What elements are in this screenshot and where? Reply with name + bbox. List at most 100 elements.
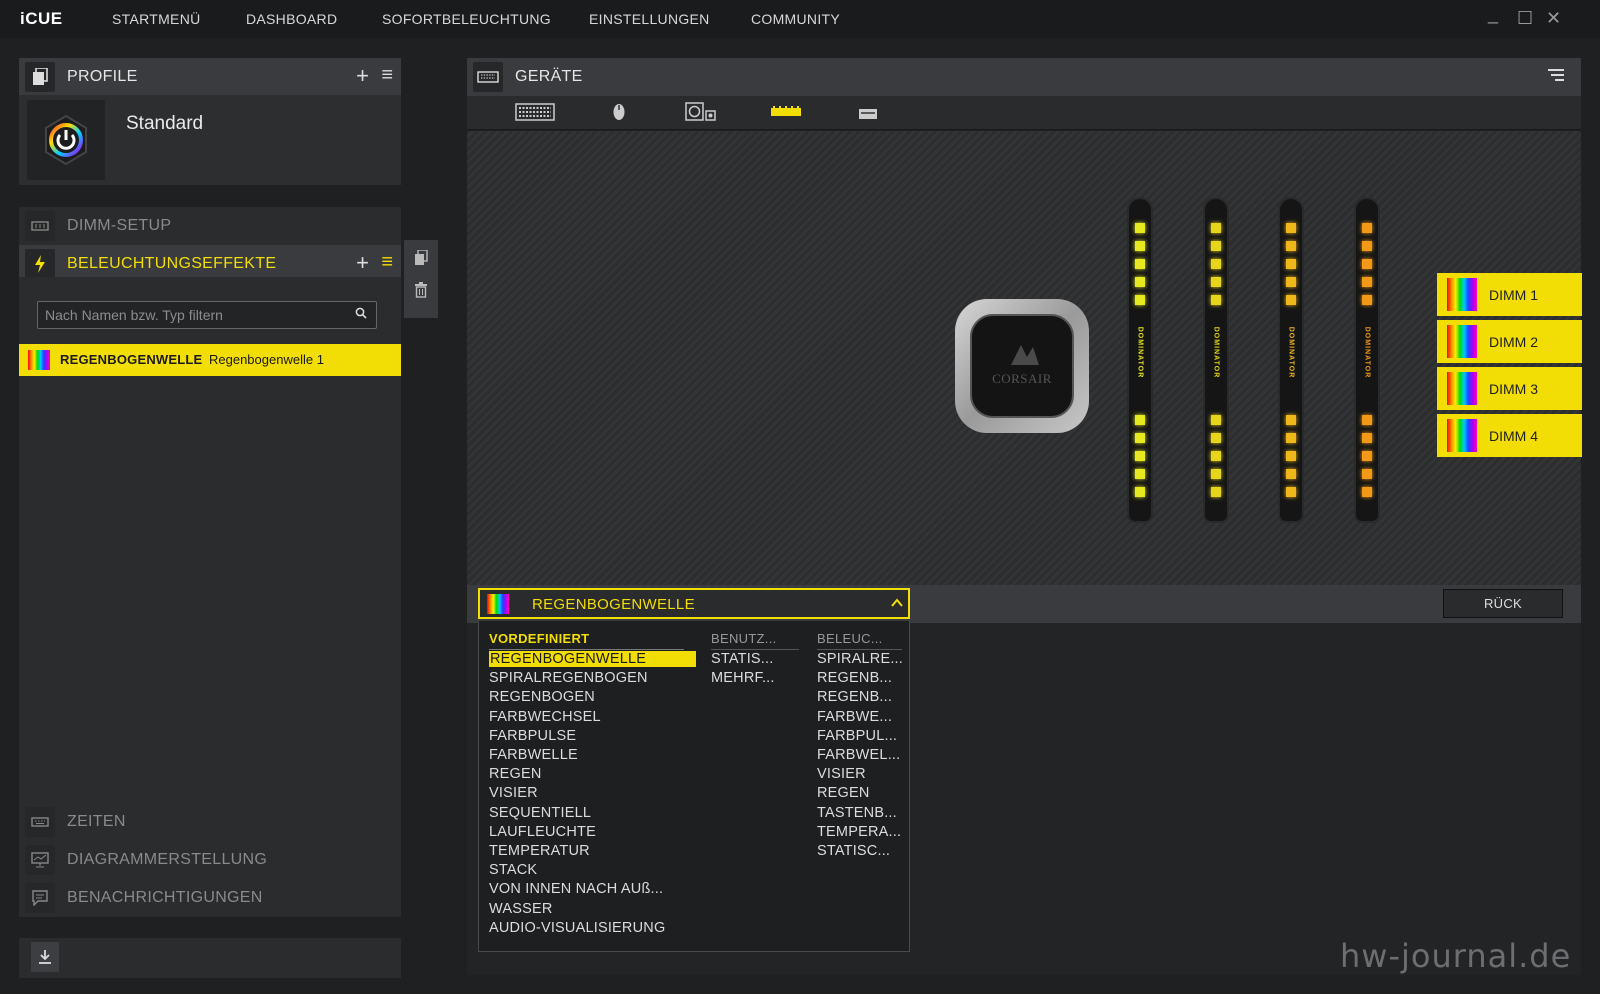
- ram-led: [1135, 469, 1145, 479]
- cooler-pump-head[interactable]: CORSAIR: [951, 295, 1093, 437]
- memory-icon: [25, 211, 55, 241]
- option-lighting[interactable]: TASTENB...: [817, 805, 897, 821]
- option-lighting[interactable]: TEMPERA...: [817, 824, 901, 840]
- ram-stick-3[interactable]: DOMINATOR: [1280, 199, 1302, 521]
- dimm-2[interactable]: DIMM 2: [1437, 320, 1582, 363]
- ram-led: [1135, 277, 1145, 287]
- add-effect-button[interactable]: +: [356, 250, 369, 276]
- nav-dashboard[interactable]: DASHBOARD: [246, 11, 337, 27]
- effect-type-dropdown[interactable]: REGENBOGENWELLE: [478, 588, 910, 619]
- ram-led: [1286, 415, 1296, 425]
- tab-keyboard-icon[interactable]: [515, 102, 555, 127]
- profile-icon: [25, 62, 55, 92]
- column-benutzerdefiniert[interactable]: BENUTZ...: [711, 631, 799, 650]
- option-predefined[interactable]: SPIRALREGENBOGEN: [489, 670, 648, 686]
- dimm-1[interactable]: DIMM 1: [1437, 273, 1582, 316]
- ram-stick-4[interactable]: DOMINATOR: [1356, 199, 1378, 521]
- option-user[interactable]: STATIS...: [711, 651, 774, 667]
- option-lighting[interactable]: REGEN: [817, 785, 870, 801]
- ram-stick-2[interactable]: DOMINATOR: [1205, 199, 1227, 521]
- ram-led: [1286, 259, 1296, 269]
- rainbow-swatch-icon: [1447, 372, 1477, 405]
- minimize-button[interactable]: _: [1488, 4, 1498, 25]
- nav-sofortbeleuchtung[interactable]: SOFORTBELEUCHTUNG: [382, 11, 551, 27]
- option-predefined[interactable]: WASSER: [489, 901, 553, 917]
- sidebar-item-benachrichtigungen[interactable]: BENACHRICHTIGUNGEN: [19, 879, 401, 917]
- option-lighting[interactable]: FARBWEL...: [817, 747, 900, 763]
- option-predefined[interactable]: FARBWELLE: [489, 747, 578, 763]
- nav-einstellungen[interactable]: EINSTELLUNGEN: [589, 11, 710, 27]
- option-lighting[interactable]: REGENB...: [817, 689, 892, 705]
- option-predefined[interactable]: FARBPULSE: [489, 728, 576, 744]
- option-lighting[interactable]: VISIER: [817, 766, 866, 782]
- ram-led: [1211, 415, 1221, 425]
- lighting-effects-title: BELEUCHTUNGSEFFEKTE: [67, 255, 277, 272]
- dimm-4[interactable]: DIMM 4: [1437, 414, 1582, 457]
- dimm-setup-row[interactable]: DIMM-SETUP: [19, 207, 401, 245]
- option-predefined[interactable]: STACK: [489, 862, 537, 878]
- effect-search-input[interactable]: [38, 302, 338, 328]
- download-icon[interactable]: [31, 942, 59, 972]
- monitor-graph-icon: [25, 845, 55, 875]
- tab-mouse-icon[interactable]: [612, 102, 626, 127]
- effect-search-field[interactable]: [37, 301, 377, 329]
- rainbow-swatch-icon: [487, 594, 509, 614]
- effect-item-regenbogenwelle[interactable]: REGENBOGENWELLE Regenbogenwelle 1: [19, 344, 401, 376]
- dimm-3[interactable]: DIMM 3: [1437, 367, 1582, 410]
- search-icon[interactable]: [355, 307, 367, 319]
- effects-menu-button[interactable]: ≡: [381, 251, 393, 274]
- option-lighting[interactable]: SPIRALRE...: [817, 651, 903, 667]
- sidebar-item-diagrammerstellung[interactable]: DIAGRAMMERSTELLUNG: [19, 841, 401, 879]
- back-button[interactable]: RÜCK: [1443, 589, 1563, 618]
- option-lighting[interactable]: FARBWE...: [817, 709, 892, 725]
- ram-led: [1135, 451, 1145, 461]
- watermark: hw-journal.de: [1340, 937, 1572, 975]
- ram-led: [1211, 469, 1221, 479]
- dimm-list: DIMM 1 DIMM 2 DIMM 3 DIMM 4: [1437, 273, 1585, 461]
- option-predefined[interactable]: VON INNEN NACH AUß...: [489, 881, 663, 897]
- copy-icon[interactable]: [411, 249, 431, 270]
- option-predefined[interactable]: REGENBOGEN: [489, 689, 595, 705]
- option-lighting[interactable]: FARBPUL...: [817, 728, 897, 744]
- nav-startmenu[interactable]: STARTMENÜ: [112, 11, 201, 27]
- diagrammerstellung-label: DIAGRAMMERSTELLUNG: [67, 851, 268, 868]
- option-lighting[interactable]: REGENB...: [817, 670, 892, 686]
- ram-stick-1[interactable]: DOMINATOR: [1129, 199, 1151, 521]
- tab-ram-icon[interactable]: [770, 105, 802, 124]
- ram-led: [1135, 415, 1145, 425]
- ram-led: [1211, 433, 1221, 443]
- effect-dropdown-panel: VORDEFINIERT BENUTZ... BELEUC... REGENBO…: [478, 621, 910, 952]
- keyboard-device-icon: [473, 62, 503, 92]
- option-predefined[interactable]: AUDIO-VISUALISIERUNG: [489, 920, 665, 936]
- close-button[interactable]: ✕: [1546, 8, 1561, 29]
- option-predefined[interactable]: VISIER: [489, 785, 538, 801]
- ram-led: [1135, 241, 1145, 251]
- tab-headset-stand-icon[interactable]: [858, 107, 878, 125]
- option-predefined[interactable]: REGENBOGENWELLE: [489, 651, 696, 667]
- column-vordefiniert[interactable]: VORDEFINIERT: [489, 631, 684, 650]
- ram-led: [1286, 241, 1296, 251]
- option-predefined[interactable]: FARBWECHSEL: [489, 709, 601, 725]
- option-predefined[interactable]: TEMPERATUR: [489, 843, 590, 859]
- ram-led: [1286, 433, 1296, 443]
- sidebar-item-zeiten[interactable]: ZEITEN: [19, 803, 401, 841]
- ram-led: [1362, 277, 1372, 287]
- profile-menu-button[interactable]: ≡: [381, 64, 393, 87]
- option-lighting[interactable]: STATISC...: [817, 843, 890, 859]
- profile-card[interactable]: Standard: [19, 95, 401, 185]
- tab-cooler-icon[interactable]: [685, 102, 717, 127]
- maximize-button[interactable]: ☐: [1517, 8, 1533, 29]
- column-beleuchtung[interactable]: BELEUC...: [817, 631, 902, 650]
- ram-brand-label: DOMINATOR: [1287, 326, 1295, 379]
- option-predefined[interactable]: LAUFLEUCHTE: [489, 824, 596, 840]
- lightning-icon: [25, 249, 55, 279]
- option-user[interactable]: MEHRF...: [711, 670, 775, 686]
- dimm-setup-label: DIMM-SETUP: [67, 217, 172, 234]
- option-predefined[interactable]: SEQUENTIELL: [489, 805, 591, 821]
- effect-type: REGENBOGENWELLE: [60, 352, 203, 367]
- devices-menu-icon[interactable]: [1547, 68, 1565, 87]
- nav-community[interactable]: COMMUNITY: [751, 11, 840, 27]
- option-predefined[interactable]: REGEN: [489, 766, 542, 782]
- trash-icon[interactable]: [411, 282, 431, 302]
- add-profile-button[interactable]: +: [356, 63, 369, 89]
